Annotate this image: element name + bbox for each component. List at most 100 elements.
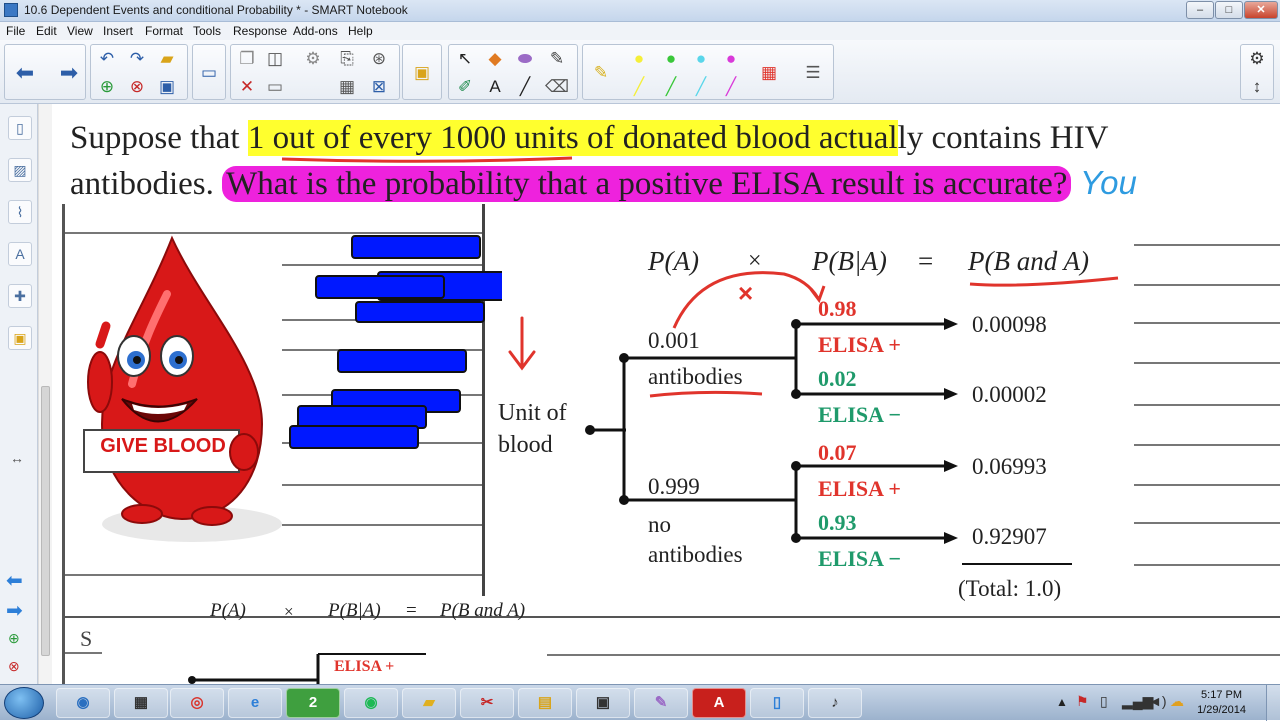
leaf-result: 0.00002 bbox=[972, 382, 1047, 407]
fill-icon[interactable]: ✎ bbox=[545, 47, 569, 71]
maximize-button[interactable]: □ bbox=[1215, 1, 1243, 19]
network-icon[interactable]: ◉ bbox=[56, 688, 110, 718]
properties-icon[interactable]: A bbox=[8, 242, 32, 266]
save-icon[interactable]: ▣ bbox=[155, 75, 179, 99]
redo-icon[interactable]: ↷ bbox=[125, 47, 149, 71]
paste-icon[interactable]: ❐ bbox=[235, 47, 259, 71]
record-icon[interactable]: ⊛ bbox=[367, 47, 391, 71]
magenta-line-icon[interactable]: ╱ bbox=[719, 75, 743, 99]
screen-shade-icon[interactable]: ▭ bbox=[197, 61, 221, 85]
snipping-tool-icon[interactable]: ✂ bbox=[460, 688, 514, 718]
scrollbar-thumb[interactable] bbox=[41, 386, 50, 656]
insert-table-icon[interactable]: ▦ bbox=[335, 75, 359, 99]
add-page-icon[interactable]: ⊕ bbox=[8, 630, 20, 647]
smart-notebook-app-icon bbox=[4, 3, 18, 17]
window-title: 10.6 Dependent Events and conditional Pr… bbox=[24, 3, 408, 17]
gear-icon[interactable]: ⚙ bbox=[1245, 47, 1269, 71]
cyan-line-icon[interactable]: ╱ bbox=[689, 75, 713, 99]
line-style-icon[interactable]: ☰ bbox=[801, 61, 825, 85]
main-toolbar: ⬅ ➡ ↶ ↷ ▰ ⊕ ⊗ ▣ ▭ ❐ ◫ ⚙ ⎘ ⊛ ✕ ▭ ▦ ⊠ ▣ ↖ … bbox=[0, 40, 1280, 104]
magic-eraser-icon[interactable]: ⌫ bbox=[545, 75, 569, 99]
undo-icon[interactable]: ↶ bbox=[95, 47, 119, 71]
menu-addons[interactable]: Add-ons bbox=[293, 24, 338, 38]
mixer-icon[interactable]: ♪ bbox=[808, 688, 862, 718]
leaf-label: ELISA − bbox=[818, 546, 901, 571]
leaf-result: 0.00098 bbox=[972, 312, 1047, 337]
response-sidebar-icon[interactable]: ▣ bbox=[8, 326, 32, 350]
terminal-icon[interactable]: ▣ bbox=[576, 688, 630, 718]
internet-explorer-icon[interactable]: e bbox=[228, 688, 282, 718]
show-hidden-icons[interactable]: ▲ bbox=[1056, 695, 1068, 709]
open-file-icon[interactable]: ▰ bbox=[155, 47, 179, 71]
page-sorter-icon[interactable]: ▯ bbox=[8, 116, 32, 140]
smart-notebook-icon[interactable]: 2 bbox=[286, 688, 340, 718]
cloud-icon[interactable]: ☁ bbox=[1170, 693, 1184, 710]
full-screen-icon[interactable]: ▭ bbox=[263, 75, 287, 99]
vertical-scrollbar[interactable] bbox=[38, 104, 52, 684]
title-bar: 10.6 Dependent Events and conditional Pr… bbox=[0, 0, 1280, 22]
shapes-icon[interactable]: ◆ bbox=[483, 47, 507, 71]
show-desktop-button[interactable] bbox=[1266, 685, 1280, 721]
menu-insert[interactable]: Insert bbox=[103, 24, 133, 38]
menu-response[interactable]: Response bbox=[233, 24, 287, 38]
color-palette-icon[interactable]: ▦ bbox=[757, 61, 781, 85]
acrobat-icon[interactable]: A bbox=[692, 688, 746, 718]
add-page-icon[interactable]: ⊕ bbox=[95, 75, 119, 99]
text-icon[interactable]: A bbox=[483, 75, 507, 99]
paint-icon[interactable]: ✎ bbox=[634, 688, 688, 718]
move-toolbar-icon[interactable]: ↕ bbox=[1245, 75, 1269, 99]
next-page-icon[interactable]: ➡ bbox=[6, 598, 23, 623]
leaf-result: 0.06993 bbox=[972, 454, 1047, 479]
menu-help[interactable]: Help bbox=[348, 24, 373, 38]
menu-edit[interactable]: Edit bbox=[36, 24, 57, 38]
cut-icon[interactable]: ✕ bbox=[235, 75, 259, 99]
green-pen-icon[interactable]: ● bbox=[659, 47, 683, 71]
close-button[interactable]: ✕ bbox=[1244, 1, 1278, 19]
header-pa: P(A) bbox=[210, 600, 246, 621]
clock[interactable]: 5:17 PM 1/29/2014 bbox=[1197, 688, 1246, 718]
minimize-button[interactable]: – bbox=[1186, 1, 1214, 19]
yellow-line-icon[interactable]: ╱ bbox=[627, 75, 651, 99]
resize-handle-icon[interactable]: ↔ bbox=[10, 450, 24, 466]
menu-format[interactable]: Format bbox=[145, 24, 183, 38]
file-explorer-icon[interactable]: ▤ bbox=[518, 688, 572, 718]
notebook-canvas[interactable]: Suppose that 1 out of every 1000 units o… bbox=[52, 104, 1280, 684]
calculator-icon[interactable]: ▦ bbox=[114, 688, 168, 718]
device-icon[interactable]: ▯ bbox=[1100, 693, 1108, 710]
magenta-pen-icon[interactable]: ● bbox=[719, 47, 743, 71]
green-line-icon[interactable]: ╱ bbox=[659, 75, 683, 99]
highlighter-icon[interactable]: ✎ bbox=[589, 61, 613, 85]
navigation-group: ⬅ ➡ bbox=[4, 44, 86, 100]
delete-page-icon[interactable]: ⊗ bbox=[125, 75, 149, 99]
delete-page-icon[interactable]: ⊗ bbox=[8, 658, 20, 675]
add-ons-icon[interactable]: ✚ bbox=[8, 284, 32, 308]
document-camera-icon[interactable]: ◫ bbox=[263, 47, 287, 71]
folder-icon[interactable]: ▰ bbox=[402, 688, 456, 718]
previous-page-icon[interactable]: ⬅ bbox=[6, 568, 23, 593]
yellow-pen-icon[interactable]: ● bbox=[627, 47, 651, 71]
close-box-icon[interactable]: ⊠ bbox=[367, 75, 391, 99]
flag-icon[interactable]: ⚑ bbox=[1076, 693, 1089, 710]
spotify-icon[interactable]: ◉ bbox=[344, 688, 398, 718]
menu-tools[interactable]: Tools bbox=[193, 24, 221, 38]
cyan-pen-icon[interactable]: ● bbox=[689, 47, 713, 71]
properties-icon[interactable]: ⚙ bbox=[301, 47, 325, 71]
response-icon[interactable]: ▣ bbox=[410, 61, 434, 85]
menu-file[interactable]: File bbox=[6, 24, 25, 38]
capture-icon[interactable]: ⎘ bbox=[335, 47, 359, 71]
chrome-icon[interactable]: ◎ bbox=[170, 688, 224, 718]
pens-icon[interactable]: ✐ bbox=[453, 75, 477, 99]
eraser-icon[interactable]: ⬬ bbox=[513, 47, 537, 71]
menu-view[interactable]: View bbox=[67, 24, 93, 38]
select-icon[interactable]: ↖ bbox=[453, 47, 477, 71]
menu-bar: File Edit View Insert Format Tools Respo… bbox=[0, 22, 1280, 40]
gallery-icon[interactable]: ▨ bbox=[8, 158, 32, 182]
header-pa: P(A) bbox=[648, 246, 699, 276]
line-icon[interactable]: ╱ bbox=[513, 75, 537, 99]
back-arrow-icon[interactable]: ⬅ bbox=[13, 61, 37, 85]
volume-icon[interactable]: ◄) bbox=[1148, 693, 1167, 709]
notebook-document-icon[interactable]: ▯ bbox=[750, 688, 804, 718]
start-button[interactable] bbox=[4, 687, 44, 719]
attachments-icon[interactable]: ⌇ bbox=[8, 200, 32, 224]
forward-arrow-icon[interactable]: ➡ bbox=[57, 61, 81, 85]
